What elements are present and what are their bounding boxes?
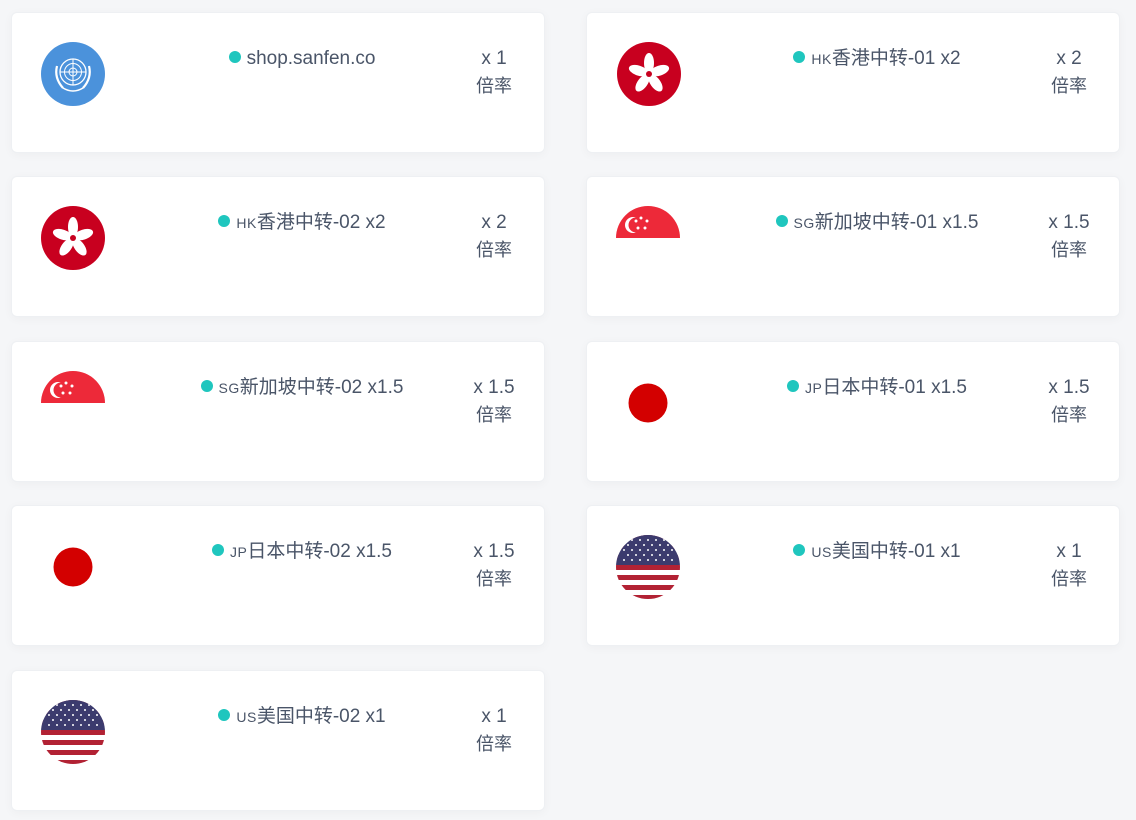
rate-value: x 2 — [1056, 48, 1082, 69]
online-status-dot — [793, 51, 806, 63]
node-card[interactable]: shop.sanfen.co x 1 倍率 — [11, 12, 545, 153]
online-status-dot — [218, 215, 231, 227]
rate-value: x 2 — [481, 212, 507, 233]
node-region-code: SG — [218, 380, 240, 396]
online-status-dot — [218, 709, 231, 721]
online-status-dot — [775, 215, 788, 227]
rate-value: x 1.5 — [473, 541, 515, 562]
node-title: shop.sanfen.co — [246, 48, 376, 69]
node-rate: x 2 倍率 — [462, 211, 526, 265]
rate-value: x 1 — [481, 706, 507, 727]
rate-value: x 1 — [481, 48, 507, 69]
node-title: 日本中转-01 x1.5 — [822, 377, 967, 398]
rate-label: 倍率 — [476, 569, 512, 589]
node-title: 美国中转-02 x1 — [256, 706, 386, 727]
rate-value: x 1.5 — [1048, 212, 1090, 233]
node-rate: x 1.5 倍率 — [1037, 376, 1101, 430]
rate-label: 倍率 — [476, 734, 512, 754]
rate-value: x 1 — [1056, 541, 1082, 562]
online-status-dot — [787, 380, 799, 392]
node-name: JP日本中转-02 x1.5 — [152, 540, 452, 564]
un-flag-icon — [41, 42, 105, 106]
rate-label: 倍率 — [476, 240, 512, 260]
hong-kong-flag-icon — [617, 42, 681, 106]
node-name: HK香港中转-01 x2 — [727, 47, 1027, 71]
rate-label: 倍率 — [1051, 76, 1087, 96]
node-rate: x 1.5 倍率 — [462, 376, 526, 430]
node-card[interactable]: JP日本中转-02 x1.5 x 1.5 倍率 — [11, 505, 545, 646]
rate-label: 倍率 — [476, 76, 512, 96]
node-card[interactable]: US美国中转-01 x1 x 1 倍率 — [586, 505, 1120, 646]
rate-label: 倍率 — [1051, 240, 1087, 260]
node-card[interactable]: HK香港中转-02 x2 x 2 倍率 — [11, 176, 545, 317]
node-region-code: JP — [230, 544, 248, 560]
node-region-code: US — [811, 544, 832, 560]
node-name: SG新加坡中转-01 x1.5 — [727, 211, 1027, 235]
rate-value: x 1.5 — [473, 377, 515, 398]
node-card[interactable]: JP日本中转-01 x1.5 x 1.5 倍率 — [586, 341, 1120, 482]
online-status-dot — [793, 544, 806, 556]
node-region-code: SG — [793, 215, 815, 231]
node-region-code: HK — [236, 215, 257, 231]
node-title: 日本中转-02 x1.5 — [247, 541, 392, 562]
node-rate: x 2 倍率 — [1037, 47, 1101, 101]
node-rate: x 1 倍率 — [462, 47, 526, 101]
node-rate: x 1.5 倍率 — [1037, 211, 1101, 265]
node-name: SG新加坡中转-02 x1.5 — [152, 376, 452, 400]
hong-kong-flag-icon — [41, 206, 105, 270]
node-rate: x 1 倍率 — [462, 705, 526, 759]
rate-label: 倍率 — [476, 405, 512, 425]
node-region-code: HK — [811, 51, 832, 67]
node-name: JP日本中转-01 x1.5 — [727, 376, 1027, 400]
usa-flag-icon — [616, 535, 680, 599]
node-rate: x 1 倍率 — [1037, 540, 1101, 594]
node-card[interactable]: US美国中转-02 x1 x 1 倍率 — [11, 670, 545, 811]
usa-flag-icon — [41, 700, 105, 764]
node-name: US美国中转-01 x1 — [727, 540, 1027, 564]
node-name: shop.sanfen.co — [152, 47, 452, 71]
node-title: 新加坡中转-01 x1.5 — [814, 212, 979, 233]
rate-value: x 1.5 — [1048, 377, 1090, 398]
node-title: 香港中转-01 x2 — [831, 48, 961, 69]
online-status-dot — [200, 380, 213, 392]
node-card[interactable]: HK香港中转-01 x2 x 2 倍率 — [586, 12, 1120, 153]
node-region-code: JP — [805, 380, 823, 396]
singapore-flag-icon — [41, 371, 105, 435]
node-card[interactable]: SG新加坡中转-01 x1.5 x 1.5 倍率 — [586, 176, 1120, 317]
node-rate: x 1.5 倍率 — [462, 540, 526, 594]
japan-flag-icon — [41, 535, 105, 599]
singapore-flag-icon — [616, 206, 680, 270]
node-card[interactable]: SG新加坡中转-02 x1.5 x 1.5 倍率 — [11, 341, 545, 482]
online-status-dot — [228, 51, 241, 63]
rate-label: 倍率 — [1051, 569, 1087, 589]
node-name: US美国中转-02 x1 — [152, 705, 452, 729]
rate-label: 倍率 — [1051, 405, 1087, 425]
node-region-code: US — [236, 709, 257, 725]
node-title: 香港中转-02 x2 — [256, 212, 386, 233]
node-title: 美国中转-01 x1 — [831, 541, 961, 562]
japan-flag-icon — [616, 371, 680, 435]
online-status-dot — [212, 544, 224, 556]
node-name: HK香港中转-02 x2 — [152, 211, 452, 235]
node-title: 新加坡中转-02 x1.5 — [239, 377, 404, 398]
